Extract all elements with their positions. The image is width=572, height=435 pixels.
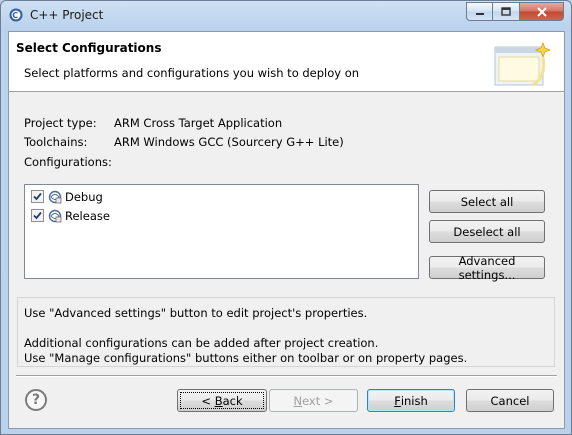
release-checkbox[interactable] <box>31 209 44 222</box>
cpp-project-icon: C <box>9 8 23 22</box>
configuration-icon <box>48 209 62 222</box>
close-button[interactable] <box>520 2 564 21</box>
page-title: Select Configurations <box>16 41 162 55</box>
checkmark-icon <box>33 211 42 220</box>
next-mnemonic: N <box>293 393 303 408</box>
toolchains-value: ARM Windows GCC (Sourcery G++ Lite) <box>114 135 344 149</box>
back-rest: ack <box>222 393 243 408</box>
next-rest: ext > <box>302 393 334 408</box>
finish-rest: inish <box>400 393 428 408</box>
checkmark-icon <box>33 192 42 201</box>
footer-divider <box>16 375 557 377</box>
toolchains-label: Toolchains: <box>24 135 88 149</box>
maximize-button[interactable] <box>493 2 520 21</box>
config-label-debug: Debug <box>65 189 103 204</box>
configurations-list[interactable]: Debug Release <box>24 184 419 279</box>
svg-text:C: C <box>12 11 18 20</box>
minimize-icon <box>475 12 484 15</box>
cancel-button[interactable]: Cancel <box>466 389 554 412</box>
close-icon <box>536 6 547 17</box>
select-all-button[interactable]: Select all <box>429 190 545 213</box>
deselect-all-button[interactable]: Deselect all <box>429 220 545 243</box>
help-icon[interactable]: ? <box>25 389 47 411</box>
caption-buttons <box>466 2 564 21</box>
wizard-banner-icon <box>494 41 552 87</box>
minimize-button[interactable] <box>466 2 493 21</box>
config-label-release: Release <box>65 208 110 223</box>
note-line-3: Use "Manage configurations" buttons eith… <box>24 351 468 365</box>
project-type-label: Project type: <box>24 116 97 130</box>
window-title: C++ Project <box>30 8 104 22</box>
list-item[interactable]: Debug <box>31 188 103 205</box>
back-mnemonic: B <box>214 393 223 408</box>
wizard-header: Select Configurations Select platforms a… <box>9 32 564 92</box>
notes-panel: Use "Advanced settings" button to edit p… <box>17 297 555 367</box>
project-type-value: ARM Cross Target Application <box>114 116 283 130</box>
maximize-icon <box>501 7 511 16</box>
back-prefix: < <box>201 393 215 408</box>
note-line-1: Use "Advanced settings" button to edit p… <box>24 306 368 320</box>
debug-checkbox[interactable] <box>31 190 44 203</box>
finish-button[interactable]: Finish <box>367 389 455 412</box>
advanced-settings-button[interactable]: Advanced settings... <box>429 254 545 282</box>
next-button[interactable]: Next > <box>269 389 358 412</box>
help-glyph: ? <box>31 392 41 408</box>
page-subtitle: Select platforms and configurations you … <box>24 66 360 80</box>
configuration-icon <box>48 190 62 203</box>
finish-mnemonic: F <box>394 393 401 408</box>
back-button[interactable]: < Back <box>177 389 267 412</box>
title-bar[interactable]: C C++ Project <box>1 1 571 31</box>
list-item[interactable]: Release <box>31 207 110 224</box>
note-line-2: Additional configurations can be added a… <box>24 336 379 350</box>
dialog-body: Select Configurations Select platforms a… <box>8 31 565 429</box>
configurations-label: Configurations: <box>24 155 112 169</box>
dialog-window: C C++ Project Select Configurations Sele… <box>0 0 572 435</box>
